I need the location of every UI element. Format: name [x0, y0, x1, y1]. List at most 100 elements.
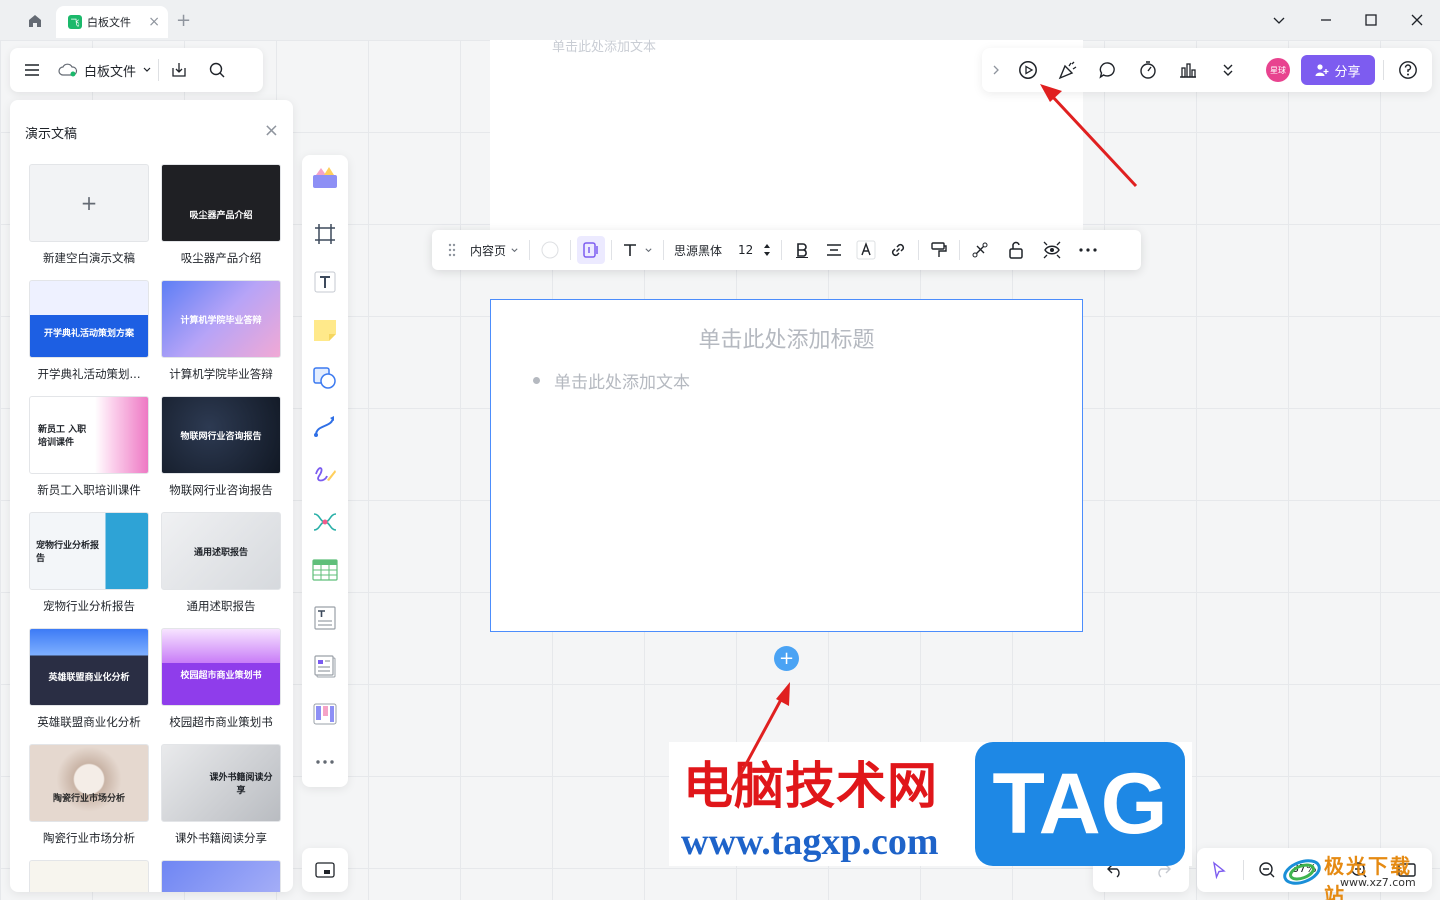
font-family-select[interactable]: 思源黑体: [670, 236, 726, 264]
help-icon[interactable]: [1394, 56, 1422, 84]
template-card[interactable]: 新员工 入职培训课件 新员工入职培训课件: [29, 396, 149, 498]
menu-icon[interactable]: [18, 56, 46, 84]
add-user-icon: [1315, 63, 1329, 77]
share-button[interactable]: 分享: [1301, 55, 1375, 85]
template-thumbnail: [29, 860, 149, 892]
path-icon[interactable]: [966, 236, 994, 264]
template-thumbnail: [161, 860, 281, 892]
unlock-icon[interactable]: [1002, 236, 1030, 264]
comment-icon[interactable]: [1094, 56, 1122, 84]
template-thumbnail: 物联网行业咨询报告: [161, 396, 281, 474]
celebrate-icon[interactable]: [1054, 56, 1082, 84]
tab-close-icon[interactable]: ×: [148, 14, 160, 30]
close-icon[interactable]: ×: [264, 120, 279, 141]
chevron-down-icon[interactable]: [1267, 8, 1291, 32]
shape-icon[interactable]: [311, 364, 339, 392]
template-card[interactable]: 课外书籍阅读分享 课外书籍阅读分享: [161, 744, 281, 846]
minimap-button[interactable]: [302, 848, 348, 892]
expand-more-icon[interactable]: [1214, 56, 1242, 84]
font-size-stepper[interactable]: 12: [734, 236, 775, 264]
sticky-note-icon[interactable]: [311, 316, 339, 344]
layout-icon[interactable]: [577, 236, 606, 264]
avatar[interactable]: 星球: [1266, 58, 1290, 82]
cloud-sync-icon: [58, 63, 78, 77]
vote-icon[interactable]: [1174, 56, 1202, 84]
text-document-icon[interactable]: [311, 604, 339, 632]
presentation-template-panel: 演示文稿 × + 新建空白演示文稿 吸尘器产品介绍 吸尘器产品介绍 开学典礼活动…: [10, 100, 293, 892]
collaboration-toolbar: 星球 分享: [982, 48, 1432, 92]
watermark-corner: 极光下载站 www.xz7.com: [1282, 850, 1432, 900]
document-tab[interactable]: 飞 白板文件 ×: [56, 6, 168, 38]
template-thumb-text: 新员工 入职培训课件: [38, 425, 87, 448]
format-painter-icon[interactable]: [925, 236, 953, 264]
close-window-icon[interactable]: [1405, 8, 1429, 32]
focus-icon[interactable]: [1038, 236, 1066, 264]
timer-icon[interactable]: [1134, 56, 1162, 84]
template-card[interactable]: 吸尘器产品介绍 吸尘器产品介绍: [161, 164, 281, 266]
slide-current[interactable]: 单击此处添加标题 单击此处添加文本: [490, 299, 1083, 632]
connector-icon[interactable]: [311, 412, 339, 440]
pen-icon[interactable]: [311, 460, 339, 488]
zoom-out-icon[interactable]: [1255, 858, 1279, 882]
template-thumbnail: 英雄联盟商业化分析: [29, 628, 149, 706]
search-icon[interactable]: [203, 56, 231, 84]
more-icon[interactable]: [311, 748, 339, 776]
stepper-arrows-icon[interactable]: [763, 242, 771, 258]
template-card[interactable]: 物联网行业咨询报告 物联网行业咨询报告: [161, 396, 281, 498]
divider: [158, 59, 160, 81]
minimap-icon: [315, 861, 335, 879]
minimize-icon[interactable]: [1314, 8, 1338, 32]
frame-icon[interactable]: [311, 220, 339, 248]
more-icon[interactable]: [1074, 236, 1102, 264]
template-thumbnail: 通用述职报告: [161, 512, 281, 590]
watermark-brand: 极光下载站: [1324, 854, 1412, 900]
template-card[interactable]: [161, 860, 281, 892]
template-card[interactable]: 校园超市商业策划书 校园超市商业策划书: [161, 628, 281, 730]
select-cursor-icon[interactable]: [1207, 858, 1231, 882]
present-play-icon[interactable]: [1014, 56, 1042, 84]
template-icon[interactable]: [311, 163, 339, 191]
home-icon[interactable]: [24, 10, 46, 32]
mindmap-icon[interactable]: [311, 508, 339, 536]
template-thumbnail: 陶瓷行业市场分析: [29, 744, 149, 822]
template-card[interactable]: 陶瓷行业市场分析 陶瓷行业市场分析: [29, 744, 149, 846]
document-icon[interactable]: [311, 652, 339, 680]
text-color-icon[interactable]: [852, 236, 880, 264]
template-caption: 通用述职报告: [186, 599, 256, 613]
template-thumb-text: 计算机学院毕业答辩: [180, 315, 262, 326]
template-card[interactable]: 通用述职报告 通用述职报告: [161, 512, 281, 614]
aurora-logo-icon: [1283, 859, 1321, 885]
new-tab-icon[interactable]: +: [176, 10, 191, 31]
drag-handle-icon[interactable]: [438, 236, 466, 264]
kanban-icon[interactable]: [311, 700, 339, 728]
watermark-banner: 电脑技术网 www.tagxp.com TAG: [669, 742, 1192, 866]
template-card[interactable]: 宠物行业分析报告 宠物行业分析报告: [29, 512, 149, 614]
document-name-dropdown[interactable]: 白板文件: [58, 61, 152, 80]
template-thumbnail: 宠物行业分析报告: [29, 512, 149, 590]
text-style-select[interactable]: [618, 236, 657, 264]
template-caption: 陶瓷行业市场分析: [43, 831, 135, 845]
template-thumb-text: 物联网行业咨询报告: [180, 431, 262, 442]
chevron-right-icon[interactable]: [982, 56, 1010, 84]
slide-body-text: 单击此处添加文本: [554, 373, 690, 393]
link-icon[interactable]: [884, 236, 912, 264]
fill-color-icon[interactable]: [536, 236, 564, 264]
template-card[interactable]: [29, 860, 149, 892]
share-label: 分享: [1334, 64, 1361, 80]
slide-body-placeholder[interactable]: 单击此处添加文本: [533, 368, 690, 393]
slide-title-placeholder[interactable]: 单击此处添加标题: [491, 322, 1082, 354]
template-card[interactable]: 计算机学院毕业答辩 计算机学院毕业答辩: [161, 280, 281, 382]
format-toolbar: 内容页 思源黑体 12: [432, 230, 1141, 270]
template-thumbnail: 计算机学院毕业答辩: [161, 280, 281, 358]
template-card[interactable]: 英雄联盟商业化分析 英雄联盟商业化分析: [29, 628, 149, 730]
bold-icon[interactable]: [788, 236, 816, 264]
maximize-icon[interactable]: [1359, 8, 1383, 32]
page-type-select[interactable]: 内容页: [466, 236, 523, 264]
text-icon[interactable]: [311, 268, 339, 296]
table-icon[interactable]: [311, 556, 339, 584]
template-card[interactable]: 开学典礼活动策划方案 开学典礼活动策划...: [29, 280, 149, 382]
template-card[interactable]: + 新建空白演示文稿: [29, 164, 149, 266]
align-center-icon[interactable]: [820, 236, 848, 264]
download-icon[interactable]: [165, 56, 193, 84]
add-slide-button[interactable]: +: [774, 646, 799, 671]
